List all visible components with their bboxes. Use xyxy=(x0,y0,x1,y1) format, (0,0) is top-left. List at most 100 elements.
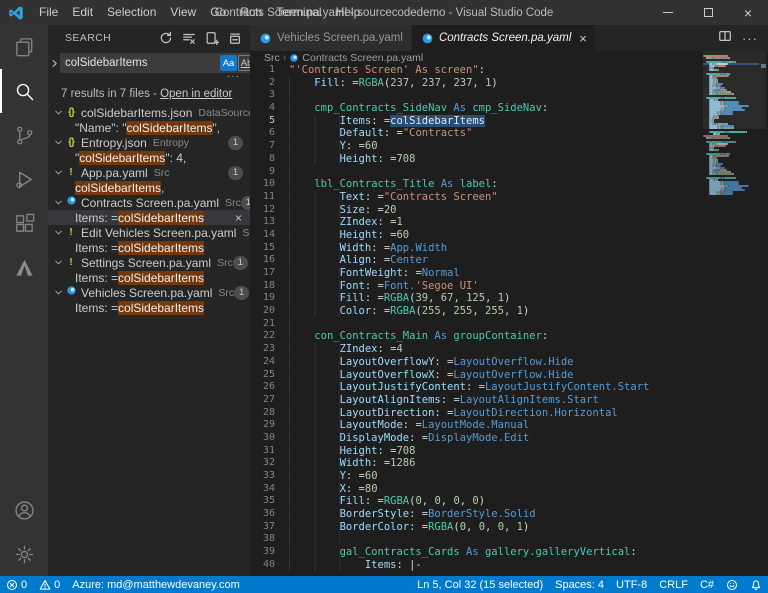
status-problems-errors[interactable]: 0 xyxy=(0,576,33,593)
chevron-down-icon[interactable] xyxy=(52,198,64,207)
maximize-button[interactable] xyxy=(688,0,728,25)
account-icon xyxy=(13,499,36,522)
refresh-button[interactable] xyxy=(156,28,175,47)
menu-help[interactable]: Help xyxy=(329,0,368,25)
status-notifications[interactable] xyxy=(744,576,768,593)
toggle-replace-button[interactable] xyxy=(48,59,60,68)
activitybar-run-and-debug[interactable] xyxy=(0,157,48,201)
result-file-row[interactable]: Vehicles Screen.pa.yamlSrc1 xyxy=(48,285,250,300)
code-line: 21 xyxy=(250,318,702,331)
result-file-row[interactable]: Contracts Screen.pa.yamlSrc1 xyxy=(48,195,250,210)
search-input[interactable] xyxy=(65,57,219,69)
result-file-row[interactable]: {}Entropy.jsonEntropy1 xyxy=(48,135,250,150)
status-indentation[interactable]: Spaces: 4 xyxy=(549,576,610,593)
tab-contracts-screen-pa-yaml[interactable]: Contracts Screen.pa.yaml× xyxy=(412,25,596,51)
line-number: 5 xyxy=(250,115,289,128)
result-match-row[interactable]: colSidebarItems, xyxy=(48,180,250,195)
result-match-row[interactable]: "Name": "colSidebarItems", xyxy=(48,120,250,135)
minimize-button[interactable] xyxy=(648,0,688,25)
status-encoding[interactable]: UTF-8 xyxy=(610,576,653,593)
minimap-slider[interactable] xyxy=(703,51,766,129)
chevron-down-icon[interactable] xyxy=(52,138,64,147)
line-number: 6 xyxy=(250,127,289,140)
menu-run[interactable]: Run xyxy=(233,0,269,25)
window-controls: × xyxy=(648,0,768,25)
whole-word-toggle[interactable]: Ab xyxy=(238,55,250,71)
result-file-row[interactable]: {}colSidebarItems.jsonDataSources1 xyxy=(48,105,250,120)
activitybar-extensions[interactable] xyxy=(0,201,48,245)
search-toolbar xyxy=(156,28,244,47)
status-problems-warnings[interactable]: 0 xyxy=(33,576,66,593)
activitybar-accounts[interactable] xyxy=(0,488,48,532)
result-match-row[interactable]: Items: =colSidebarItems xyxy=(48,300,250,315)
chevron-down-icon[interactable] xyxy=(52,108,64,117)
code-line: 9 xyxy=(250,166,702,179)
open-new-search-editor-button[interactable] xyxy=(202,28,221,47)
toggle-search-details-button[interactable]: ··· xyxy=(48,73,250,83)
line-number: 20 xyxy=(250,305,289,318)
code-area[interactable]: 1"'Contracts Screen' As screen":2 Fill: … xyxy=(250,64,702,576)
menu-file[interactable]: File xyxy=(32,0,65,25)
match-pre-text: "Name": " xyxy=(75,121,126,135)
tab-close-icon[interactable]: × xyxy=(579,32,587,45)
result-count-badge: 1 xyxy=(228,166,243,180)
chevron-down-icon[interactable] xyxy=(52,258,64,267)
open-in-editor-link[interactable]: Open in editor xyxy=(160,88,232,100)
menu-edit[interactable]: Edit xyxy=(65,0,100,25)
result-file-row[interactable]: !Settings Screen.pa.yamlSrc1 xyxy=(48,255,250,270)
results-summary: 7 results in 7 files - Open in editor xyxy=(48,83,250,104)
activitybar-source-control[interactable] xyxy=(0,113,48,157)
result-match-row[interactable]: Items: =colSidebarItems xyxy=(48,240,250,255)
line-text: BorderColor: =RGBA(0, 0, 0, 1) xyxy=(289,521,529,534)
menu-selection[interactable]: Selection xyxy=(100,0,163,25)
close-button[interactable]: × xyxy=(728,0,768,25)
results-count: 7 results in 7 files xyxy=(61,88,150,100)
code-line: 7 Y: =60 xyxy=(250,140,702,153)
breadcrumb-folder[interactable]: Src xyxy=(264,52,280,64)
chevron-down-icon[interactable] xyxy=(52,168,64,177)
code-line: 26 LayoutJustifyContent: =LayoutJustifyC… xyxy=(250,381,702,394)
status-cursor-position[interactable]: Ln 5, Col 32 (15 selected) xyxy=(411,576,549,593)
menu-view[interactable]: View xyxy=(163,0,203,25)
split-editor-button[interactable] xyxy=(718,29,732,48)
dismiss-match-button[interactable]: × xyxy=(235,211,242,225)
chevron-down-icon[interactable] xyxy=(52,288,64,297)
match-highlight: colSidebarItems xyxy=(118,211,204,225)
menu-terminal[interactable]: Terminal xyxy=(269,0,328,25)
result-match-row[interactable]: Items: =colSidebarItems xyxy=(48,270,250,285)
status-text: C# xyxy=(700,579,714,591)
result-match-row[interactable]: "colSidebarItems": 4, xyxy=(48,150,250,165)
collapse-all-button[interactable] xyxy=(225,28,244,47)
result-file-dir: Src xyxy=(225,197,241,209)
result-count-badge: 1 xyxy=(233,256,248,270)
line-number: 23 xyxy=(250,343,289,356)
activitybar-settings[interactable] xyxy=(0,532,48,576)
chevron-down-icon[interactable] xyxy=(52,228,64,237)
result-file-name: Contracts Screen.pa.yaml xyxy=(81,196,219,210)
pa-file-icon xyxy=(64,285,78,300)
result-match-row[interactable]: Items: =colSidebarItems × xyxy=(48,210,250,225)
result-file-row[interactable]: !App.pa.yamlSrc1 xyxy=(48,165,250,180)
activitybar-azure[interactable] xyxy=(0,245,48,289)
status-language-mode[interactable]: C# xyxy=(694,576,720,593)
activitybar-search[interactable] xyxy=(0,69,48,113)
menu-go[interactable]: Go xyxy=(203,0,233,25)
activitybar-explorer[interactable] xyxy=(0,25,48,69)
tab-vehicles-screen-pa-yaml[interactable]: Vehicles Screen.pa.yaml xyxy=(250,25,412,51)
status-feedback[interactable] xyxy=(720,576,744,593)
line-number: 26 xyxy=(250,381,289,394)
clear-search-results-button[interactable] xyxy=(179,28,198,47)
more-actions-button[interactable]: ··· xyxy=(742,31,758,46)
match-highlight: colSidebarItems xyxy=(118,301,204,315)
status-eol-sequence[interactable]: CRLF xyxy=(653,576,694,593)
editor-scrollbar[interactable] xyxy=(759,51,768,576)
status-azure-account[interactable]: Azure: md@matthewdevaney.com xyxy=(66,576,245,593)
line-number: 40 xyxy=(250,559,289,572)
match-pre-text: Items: = xyxy=(75,271,118,285)
line-number: 24 xyxy=(250,356,289,369)
result-file-row[interactable]: !Edit Vehicles Screen.pa.yamlSrc1 xyxy=(48,225,250,240)
line-text: Fill: =RGBA(237, 237, 237, 1) xyxy=(289,77,498,90)
breadcrumb-file[interactable]: Contracts Screen.pa.yaml xyxy=(302,52,423,64)
match-case-toggle[interactable]: Aa xyxy=(220,55,237,71)
match-pre-text: Items: = xyxy=(75,211,118,225)
